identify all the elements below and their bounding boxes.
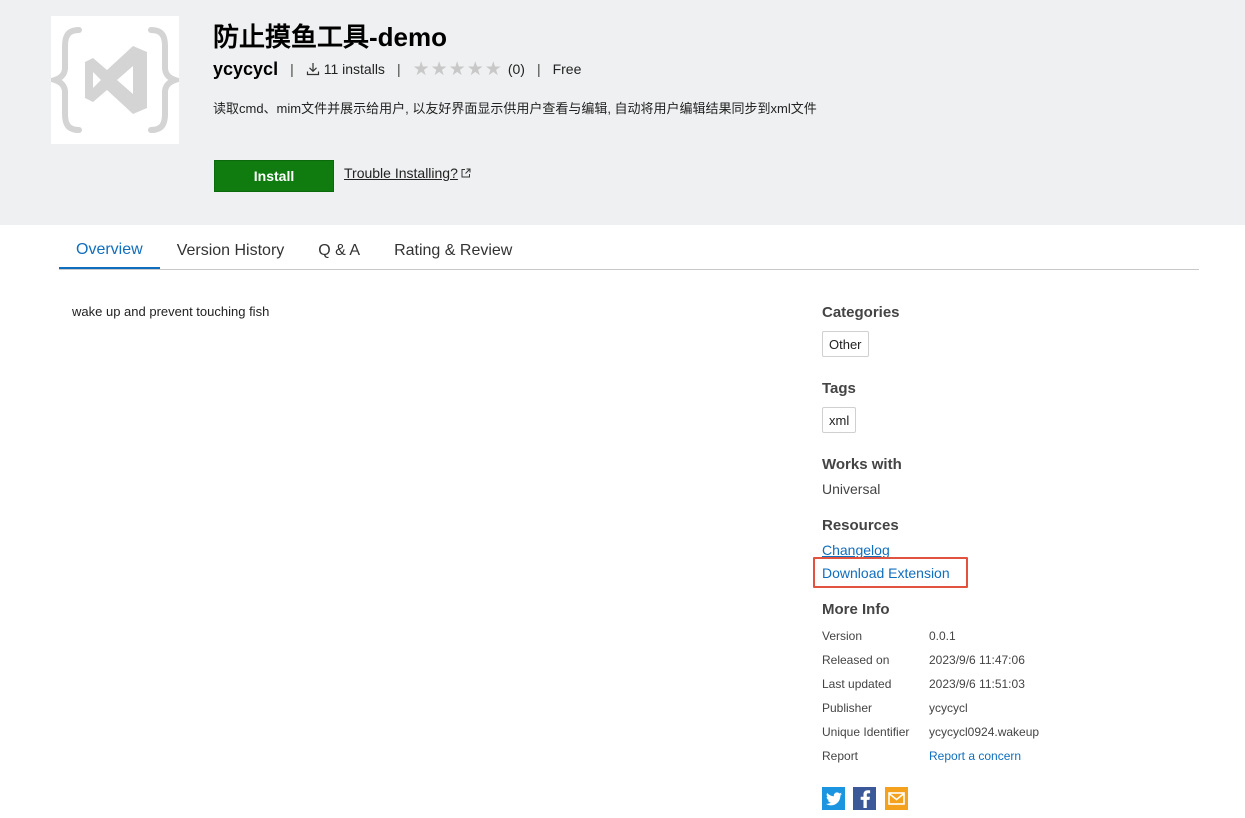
categories-heading: Categories <box>822 304 900 321</box>
works-with-value: Universal <box>822 481 881 497</box>
install-count: 11 installs <box>323 61 385 77</box>
info-label-publisher: Publisher <box>822 701 873 715</box>
star-icon: ★ <box>448 58 466 80</box>
tab-version-history[interactable]: Version History <box>160 232 302 269</box>
extension-logo-icon <box>51 16 179 144</box>
tab-bar: Overview Version History Q & A Rating & … <box>59 232 1199 270</box>
info-label-report: Report <box>822 749 859 763</box>
email-share-button[interactable] <box>885 787 908 810</box>
changelog-link[interactable]: Changelog <box>822 542 890 558</box>
star-icon: ★ <box>484 58 502 80</box>
separator: | <box>290 61 294 77</box>
overview-content: wake up and prevent touching fish <box>72 304 270 319</box>
works-with-heading: Works with <box>822 456 902 473</box>
tag-chip[interactable]: xml <box>822 407 857 433</box>
star-icon: ★ <box>466 58 484 80</box>
header-banner: 防止摸鱼工具-demo ycycycl | 11 installs | ★ ★ … <box>0 0 1245 225</box>
external-link-icon <box>461 168 471 178</box>
email-icon <box>888 792 905 805</box>
info-value-version: 0.0.1 <box>929 629 956 643</box>
trouble-installing-link[interactable]: Trouble Installing? <box>344 165 471 181</box>
facebook-share-button[interactable] <box>853 787 876 810</box>
tab-rating-review[interactable]: Rating & Review <box>377 232 529 269</box>
download-icon <box>306 63 319 76</box>
publisher-name[interactable]: ycycycl <box>213 59 278 80</box>
facebook-icon <box>860 789 870 808</box>
info-label-released: Released on <box>822 653 890 667</box>
report-concern-link[interactable]: Report a concern <box>929 749 1021 763</box>
info-value-released: 2023/9/6 11:47:06 <box>929 653 1025 667</box>
separator: | <box>396 61 401 77</box>
separator: | <box>536 61 541 77</box>
trouble-installing-label: Trouble Installing? <box>344 165 458 181</box>
category-chip[interactable]: Other <box>822 331 869 357</box>
info-label-updated: Last updated <box>822 677 892 691</box>
download-extension-link[interactable]: Download Extension <box>822 565 950 581</box>
extension-description: 读取cmd、mim文件并展示给用户, 以友好界面显示供用户查看与编辑, 自动将用… <box>213 101 817 116</box>
meta-row: ycycycl | 11 installs | ★ ★ ★ ★ ★ (0) | … <box>213 57 581 81</box>
info-value-identifier: ycycycl0924.wakeup <box>929 725 1040 739</box>
install-button[interactable]: Install <box>214 160 334 192</box>
info-label-identifier: Unique Identifier <box>822 725 910 739</box>
extension-title: 防止摸鱼工具-demo <box>213 22 448 52</box>
star-icon: ★ <box>430 58 448 80</box>
info-value-updated: 2023/9/6 11:51:03 <box>929 677 1025 691</box>
star-icon: ★ <box>412 58 430 80</box>
tab-overview[interactable]: Overview <box>59 232 160 269</box>
twitter-share-button[interactable] <box>822 787 845 810</box>
tags-heading: Tags <box>822 380 856 397</box>
tab-q-and-a[interactable]: Q & A <box>301 232 377 269</box>
more-info-heading: More Info <box>822 601 890 618</box>
rating-count: (0) <box>507 61 525 77</box>
info-value-publisher: ycycycl <box>929 701 968 715</box>
info-label-version: Version <box>822 629 863 643</box>
twitter-icon <box>825 791 842 805</box>
price-label: Free <box>552 61 582 77</box>
resources-heading: Resources <box>822 517 899 534</box>
rating-stars[interactable]: ★ ★ ★ ★ ★ <box>413 60 502 79</box>
